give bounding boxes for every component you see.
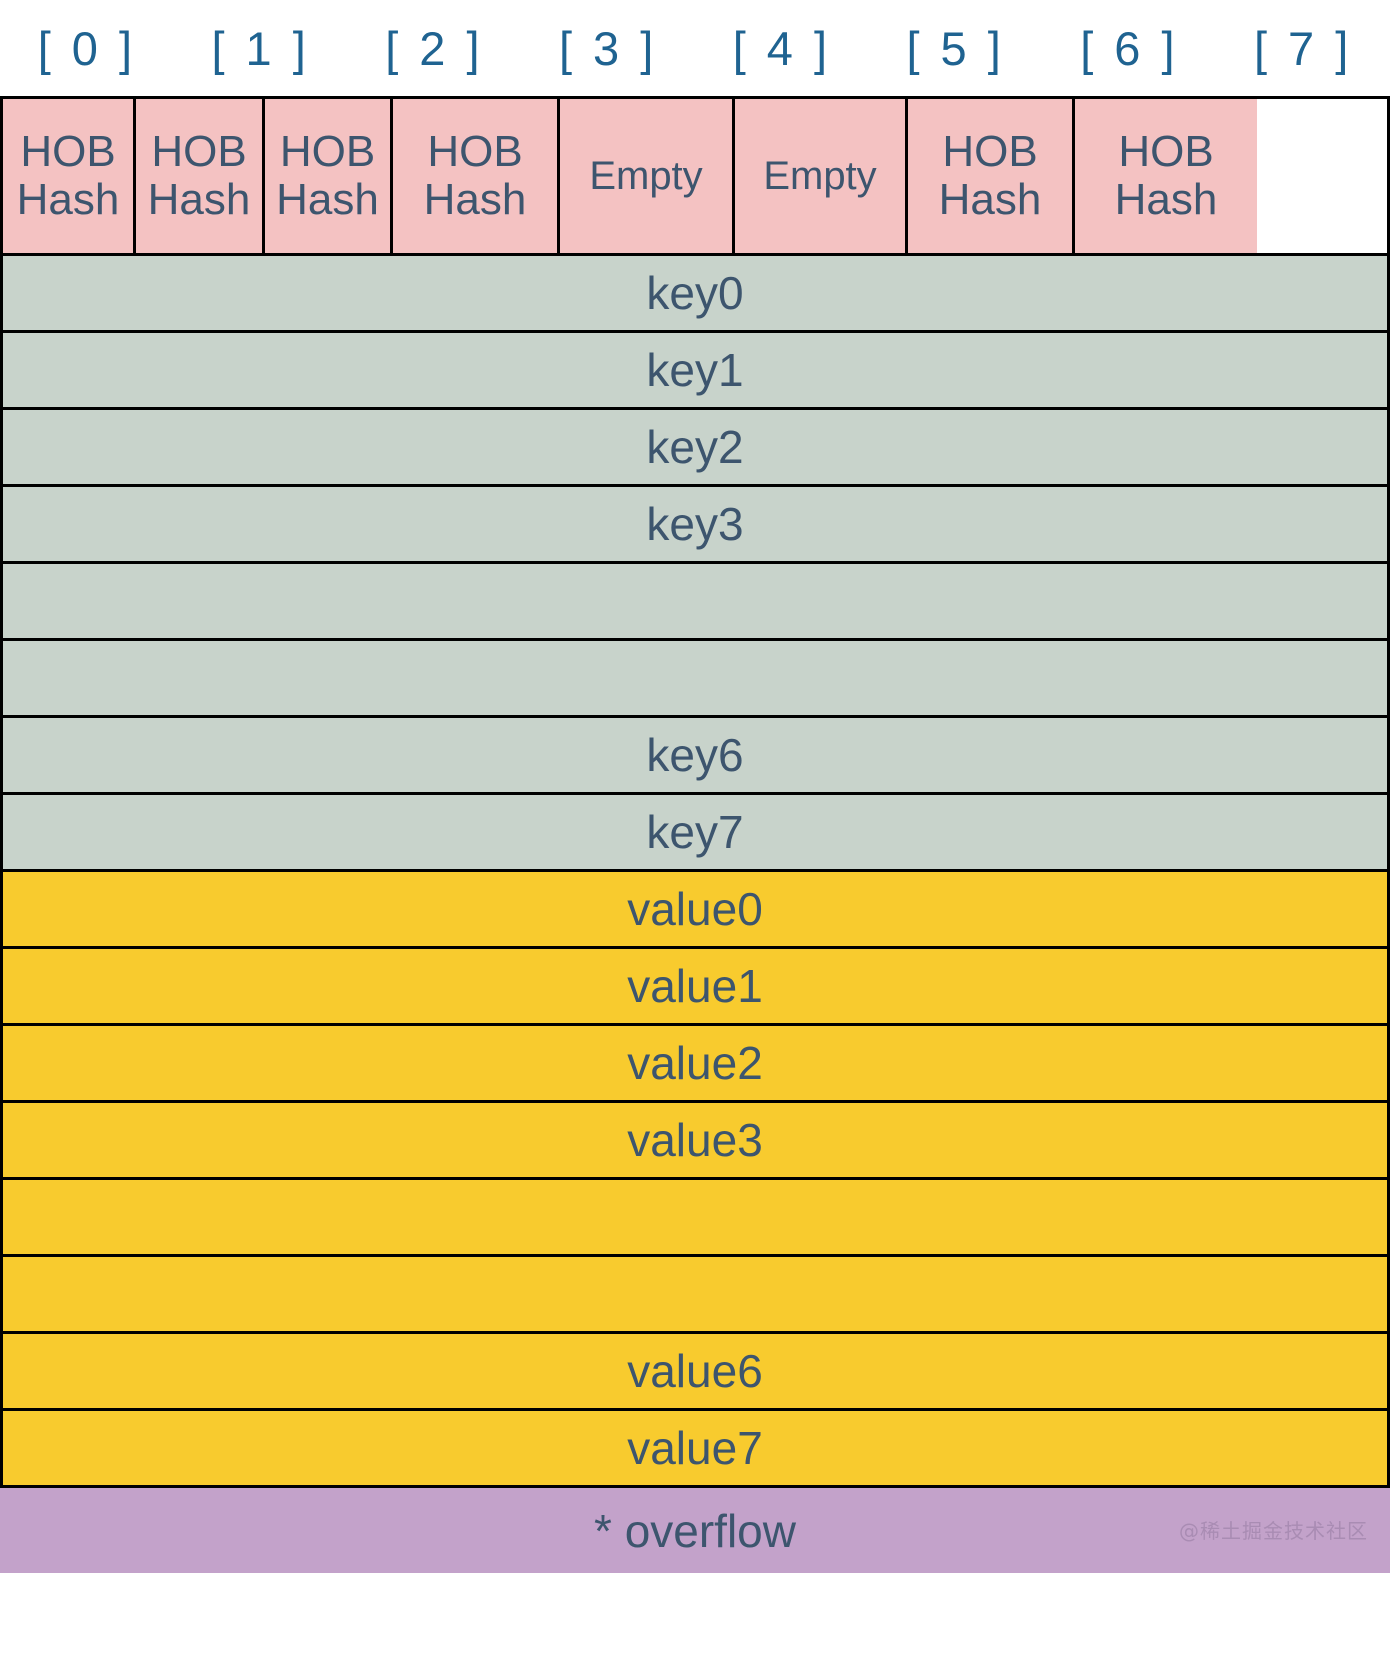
tophash-cell-4-line1: Empty [589,154,703,198]
key-row-6: key6 [3,718,1387,795]
value-row-2-label: value2 [627,1037,763,1089]
index-label-2: [ 2 ] [385,21,484,75]
value-row-5 [3,1257,1387,1334]
tophash-cell-3: HOB Hash [393,99,560,253]
key-row-3: key3 [3,487,1387,564]
key-row-5 [3,641,1387,718]
tophash-cell-1: HOB Hash [136,99,265,253]
tophash-cell-5-line1: Empty [763,154,877,198]
key-row-2: key2 [3,410,1387,487]
index-label-3: [ 3 ] [558,21,658,75]
value-row-2: value2 [3,1026,1387,1103]
tophash-cell-1-line2: Hash [147,175,251,224]
tophash-cell-7-line2: Hash [1114,175,1218,224]
tophash-cell-7: HOB Hash [1075,99,1257,253]
index-label-0: [ 0 ] [37,21,137,75]
value-row-7: value7 [3,1411,1387,1488]
tophash-row: HOB Hash HOB Hash HOB Hash HOB Hash Empt… [3,99,1387,256]
key-row-7: key7 [3,795,1387,872]
key-row-1: key1 [3,333,1387,410]
tophash-cell-2-line2: Hash [276,175,379,224]
key-row-4 [3,564,1387,641]
index-label-6: [ 6 ] [1080,21,1179,75]
index-label-strip: [ 0 ] [ 1 ] [ 2 ] [ 3 ] [ 4 ] [ 5 ] [ 6 … [0,0,1390,96]
key-row-0: key0 [3,256,1387,333]
key-row-1-label: key1 [646,344,744,396]
tophash-cell-1-line1: HOB [151,126,247,176]
value-row-6: value6 [3,1334,1387,1411]
value-row-0-label: value0 [627,883,763,935]
key-row-2-label: key2 [646,421,744,473]
tophash-cell-5: Empty [735,99,908,253]
tophash-cell-4: Empty [560,99,735,253]
tophash-cell-3-line2: Hash [423,175,527,224]
value-row-0: value0 [3,872,1387,949]
index-label-4: [ 4 ] [732,21,832,75]
tophash-cell-6-line1: HOB [942,126,1038,176]
index-label-1: [ 1 ] [211,21,310,75]
value-row-1: value1 [3,949,1387,1026]
tophash-cell-0-line1: HOB [20,126,116,176]
tophash-cell-3-line1: HOB [427,126,523,176]
key-row-0-label: key0 [646,267,744,319]
watermark: @稀土掘金技术社区 [1179,1518,1368,1543]
tophash-cell-0-line2: Hash [16,175,120,224]
bucket-table: HOB Hash HOB Hash HOB Hash HOB Hash Empt… [0,96,1390,1573]
value-row-7-label: value7 [627,1422,763,1474]
value-row-6-label: value6 [627,1345,763,1397]
key-row-3-label: key3 [646,498,744,550]
bucket-memory-layout-diagram: [ 0 ] [ 1 ] [ 2 ] [ 3 ] [ 4 ] [ 5 ] [ 6 … [0,0,1390,1668]
tophash-cell-6: HOB Hash [908,99,1075,253]
value-row-3: value3 [3,1103,1387,1180]
overflow-row: * overflow @稀土掘金技术社区 [0,1488,1390,1573]
index-label-5: [ 5 ] [906,21,1005,75]
tophash-cell-2: HOB Hash [265,99,393,253]
key-row-7-label: key7 [646,806,744,858]
tophash-cell-6-line2: Hash [938,175,1042,224]
tophash-cell-2-line1: HOB [279,126,376,176]
index-label-7: [ 7 ] [1253,21,1353,75]
tophash-cell-7-line1: HOB [1118,126,1214,176]
value-row-3-label: value3 [627,1114,763,1166]
value-row-1-label: value1 [627,960,763,1012]
tophash-cell-0: HOB Hash [3,99,136,253]
key-row-6-label: key6 [646,729,744,781]
overflow-row-label: * overflow [594,1504,796,1557]
value-row-4 [3,1180,1387,1257]
